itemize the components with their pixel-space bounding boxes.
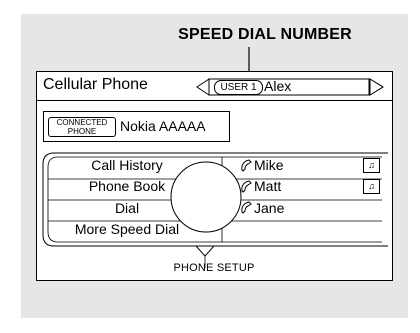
handset-icon: [241, 201, 252, 214]
handset-icon: [241, 159, 252, 172]
menu-item-call-history[interactable]: Call History: [52, 157, 202, 173]
handset-icon: [241, 180, 252, 193]
speed-dial-name: Matt: [254, 178, 282, 194]
screen-title: Cellular Phone: [43, 76, 148, 93]
voice-tag-icon: ♫: [363, 179, 380, 194]
connected-badge-line1: CONNECTED: [56, 118, 108, 127]
phone-setup-label[interactable]: PHONE SETUP: [36, 262, 392, 274]
speed-dial-name: Jane: [254, 200, 285, 216]
user-name: Alex: [264, 78, 292, 94]
menu-item-dial[interactable]: Dial: [52, 200, 202, 216]
user-badge: USER 1: [214, 80, 263, 95]
connected-phone-badge: CONNECTED PHONE: [48, 117, 116, 137]
previous-user-arrow-icon[interactable]: [196, 80, 210, 94]
next-user-arrow-icon[interactable]: [370, 80, 384, 94]
menu-item-more-speed-dial[interactable]: More Speed Dial: [52, 221, 202, 237]
device-name: Nokia AAAAA: [120, 118, 206, 134]
menu-item-phone-book[interactable]: Phone Book: [52, 178, 202, 194]
voice-tag-icon: ♫: [363, 158, 380, 173]
title-divider: [36, 100, 392, 101]
figure: SPEED DIAL NUMBER Cellular Phone USER 1 …: [0, 0, 420, 333]
speed-dial-name: Mike: [254, 157, 284, 173]
connected-badge-line2: PHONE: [67, 127, 97, 136]
